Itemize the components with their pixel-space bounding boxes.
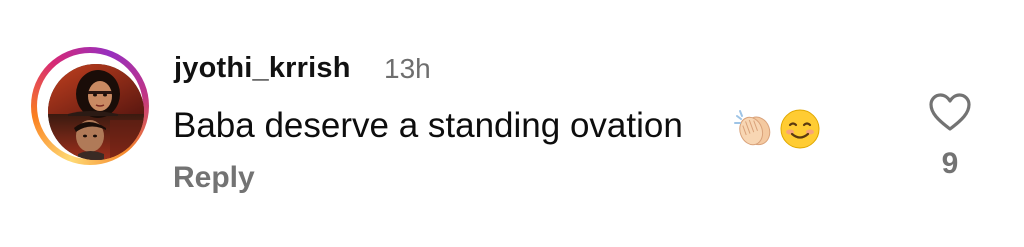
avatar-image [48, 64, 144, 160]
like-count: 9 [941, 147, 959, 180]
username[interactable]: jyothi_krrish [174, 52, 351, 85]
avatar[interactable] [48, 64, 144, 160]
timestamp: 13h [384, 53, 431, 84]
comment-text: Baba deserve a standing ovation [173, 106, 683, 145]
reply-button[interactable]: Reply [173, 161, 255, 195]
avatar-story-ring[interactable] [31, 47, 149, 165]
comment-item: jyothi_krrish 13h Baba deserve a standin… [0, 0, 1024, 247]
clapping-hands-icon [733, 108, 775, 155]
smiling-face-icon [779, 108, 821, 155]
like-heart-icon[interactable] [928, 92, 972, 132]
